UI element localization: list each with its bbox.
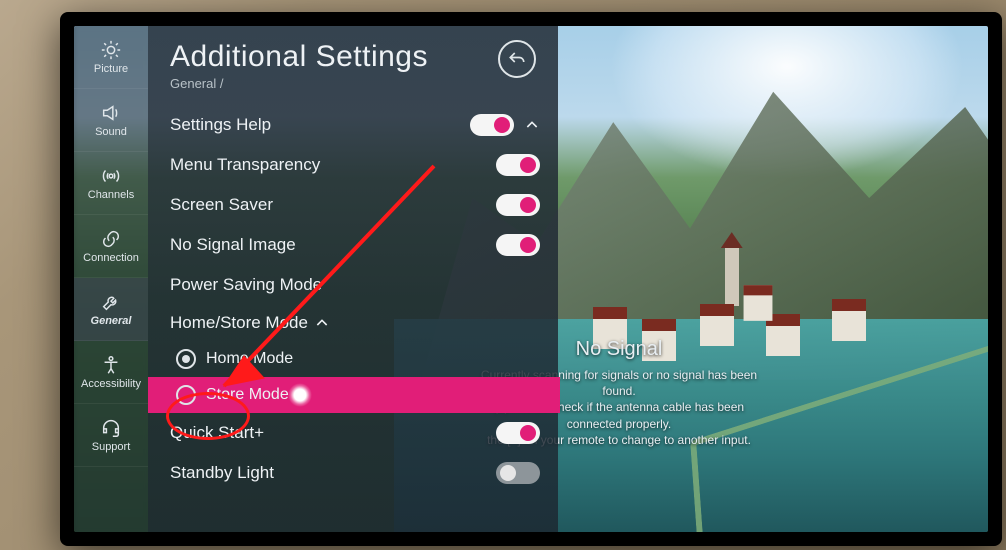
- row-label: Standby Light: [170, 463, 488, 483]
- sidebar-item-general[interactable]: General: [74, 278, 148, 341]
- sidebar-label: Picture: [94, 63, 128, 75]
- back-button[interactable]: [498, 40, 536, 78]
- sidebar-label: Connection: [83, 252, 139, 264]
- toggle-screen-saver[interactable]: [496, 194, 540, 216]
- breadcrumb: General /: [170, 76, 558, 91]
- wrench-icon: [100, 291, 122, 313]
- sidebar-item-picture[interactable]: Picture: [74, 26, 148, 89]
- sidebar-label: Support: [92, 441, 131, 453]
- sidebar-label: Sound: [95, 126, 127, 138]
- link-icon: [100, 228, 122, 250]
- sidebar-item-support[interactable]: Support: [74, 404, 148, 467]
- row-standby-light[interactable]: Standby Light: [170, 453, 558, 493]
- toggle-quick-start[interactable]: [496, 422, 540, 444]
- accessibility-icon: [100, 354, 122, 376]
- settings-sidebar: Picture Sound Channels Connection Genera…: [74, 26, 148, 532]
- sidebar-item-sound[interactable]: Sound: [74, 89, 148, 152]
- headset-icon: [100, 417, 122, 439]
- sun-icon: [100, 39, 122, 61]
- row-settings-help[interactable]: Settings Help: [170, 105, 558, 145]
- back-icon: [508, 50, 526, 68]
- row-label: Settings Help: [170, 115, 462, 135]
- sidebar-item-channels[interactable]: Channels: [74, 152, 148, 215]
- speaker-icon: [100, 102, 122, 124]
- toggle-standby-light[interactable]: [496, 462, 540, 484]
- sidebar-label: Accessibility: [81, 378, 141, 390]
- toggle-settings-help[interactable]: [470, 114, 514, 136]
- sidebar-label: General: [91, 315, 132, 327]
- chevron-up-icon: [524, 117, 540, 133]
- annotation-circle: [166, 392, 250, 440]
- antenna-icon: [100, 165, 122, 187]
- sidebar-item-accessibility[interactable]: Accessibility: [74, 341, 148, 404]
- toggle-menu-transparency[interactable]: [496, 154, 540, 176]
- toggle-no-signal-image[interactable]: [496, 234, 540, 256]
- annotation-arrow: [184, 156, 444, 416]
- sidebar-item-connection[interactable]: Connection: [74, 215, 148, 278]
- sidebar-label: Channels: [88, 189, 134, 201]
